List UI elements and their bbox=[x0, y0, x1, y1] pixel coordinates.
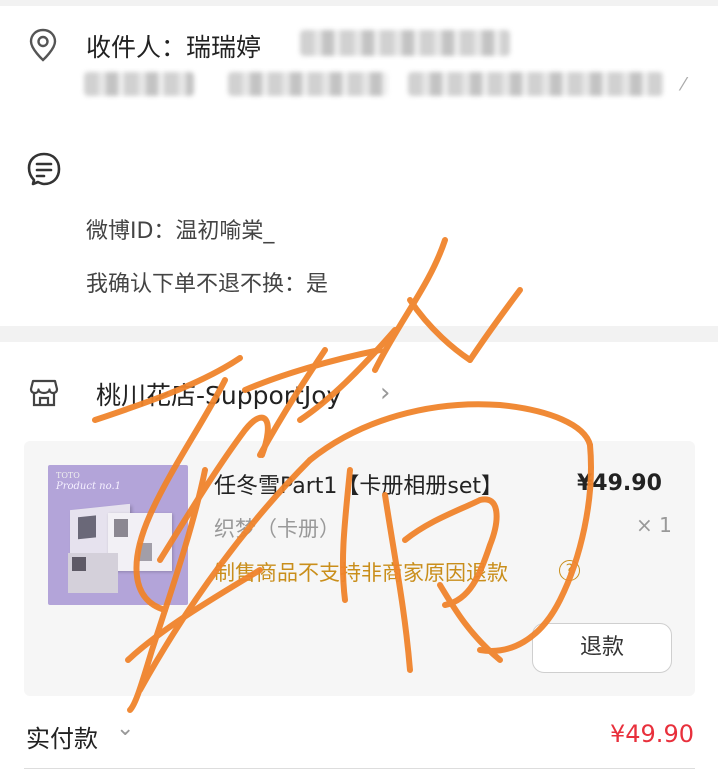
chevron-right-icon[interactable]: › bbox=[380, 378, 390, 408]
shop-icon bbox=[29, 379, 59, 407]
section-divider bbox=[0, 326, 718, 342]
product-price: ¥49.90 bbox=[577, 471, 662, 496]
redacted-phone bbox=[300, 30, 510, 56]
bottom-divider bbox=[24, 768, 695, 769]
refund-button[interactable]: 退款 bbox=[532, 623, 672, 673]
redacted-address-part bbox=[228, 72, 388, 96]
recipient-label: 收件人：瑞瑞婷 bbox=[86, 33, 262, 62]
paid-amount-label[interactable]: 实付款 bbox=[26, 719, 98, 754]
product-variant: 织梦（卡册） bbox=[214, 517, 340, 541]
location-pin-icon bbox=[29, 28, 57, 62]
question-circle-icon[interactable]: ? bbox=[559, 560, 580, 581]
redacted-address-label bbox=[84, 72, 194, 96]
no-return-confirm-line: 我确认下单不退不换：是 bbox=[86, 272, 329, 297]
thumbnail-caption: Product no.1 bbox=[56, 481, 121, 492]
refund-policy-notice: 制售商品不支持非商家原因退款 bbox=[214, 561, 508, 585]
chevron-down-icon[interactable]: ⌄ bbox=[116, 716, 134, 741]
thumbnail-sheet bbox=[68, 553, 118, 593]
redacted-address-detail bbox=[408, 72, 663, 96]
product-quantity: × 1 bbox=[636, 513, 672, 537]
fade-strip bbox=[0, 98, 718, 138]
product-thumbnail[interactable]: TOTO Product no.1 bbox=[48, 465, 188, 605]
shop-name[interactable]: 桃川花店-SupportJoy bbox=[96, 376, 341, 412]
note-icon bbox=[27, 152, 61, 186]
paid-amount-value: ¥49.90 bbox=[610, 720, 694, 748]
weibo-id-line: 微博ID：温初喻棠_ bbox=[86, 219, 275, 244]
address-edit-icon[interactable]: ⁄ bbox=[682, 74, 685, 95]
product-title[interactable]: 任冬雪Part1【卡册相册set】 bbox=[214, 468, 503, 500]
thumbnail-brand-top: TOTO bbox=[56, 471, 80, 480]
